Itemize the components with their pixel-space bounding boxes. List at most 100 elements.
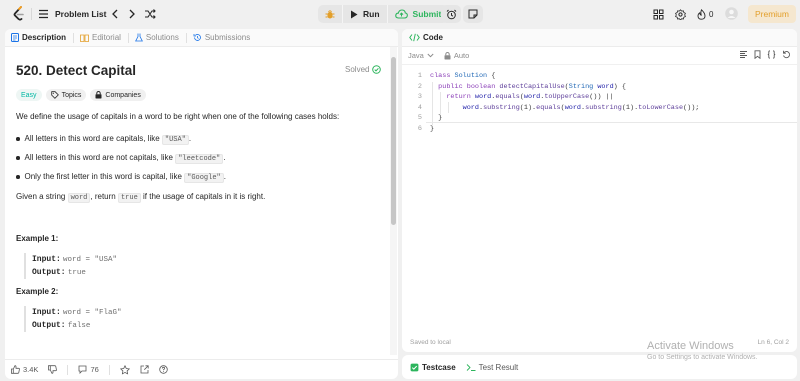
difficulty-badge: Easy xyxy=(16,89,42,101)
input-label: Input: xyxy=(32,255,61,264)
run-submit-group: Run Submit xyxy=(318,5,449,23)
shuffle-icon[interactable] xyxy=(143,7,157,21)
chevron-down-icon xyxy=(427,53,434,58)
list-item: Only the first letter in this word is ca… xyxy=(16,172,226,183)
share-button[interactable] xyxy=(140,365,149,374)
history-icon xyxy=(193,33,202,42)
tab-submissions[interactable]: Submissions xyxy=(193,33,257,43)
language-select[interactable]: Java xyxy=(408,51,434,60)
task-text: , return xyxy=(90,192,118,201)
current-line-highlight xyxy=(426,122,797,123)
bullet-dot xyxy=(16,175,20,179)
tab-testcase[interactable]: Testcase xyxy=(410,363,456,372)
lock-icon xyxy=(444,51,451,60)
reset-icon[interactable] xyxy=(782,50,791,59)
code-line: } xyxy=(430,124,435,133)
settings-gear-icon[interactable] xyxy=(673,7,687,21)
submit-label: Submit xyxy=(412,9,442,19)
inline-code: "USA" xyxy=(161,135,189,145)
code-editor[interactable]: 1 2 3 4 5 6 class Solution { public bool… xyxy=(402,69,797,169)
comments-count: 76 xyxy=(90,365,99,374)
notes-button[interactable] xyxy=(463,5,483,23)
bullet-text: All letters in this word are capitals, l… xyxy=(24,134,162,143)
topics-chip[interactable]: Topics xyxy=(45,89,87,101)
avatar[interactable] xyxy=(725,7,739,21)
note-icon xyxy=(468,9,478,19)
bullet-end: . xyxy=(223,153,226,162)
bullet-text: All letters in this word are not capital… xyxy=(24,153,176,162)
share-icon xyxy=(140,365,149,374)
list-icon xyxy=(38,9,49,19)
description-tabs: Description Editorial Solutions Submissi… xyxy=(5,29,398,47)
favorite-button[interactable] xyxy=(119,364,130,375)
submit-button[interactable]: Submit xyxy=(386,5,449,23)
help-button[interactable] xyxy=(159,365,168,374)
comments-button[interactable]: 76 xyxy=(78,365,99,374)
curly-braces-icon[interactable] xyxy=(767,50,776,59)
tab-editorial[interactable]: Editorial xyxy=(80,32,129,43)
leetcode-logo-icon[interactable] xyxy=(12,6,26,22)
line-number: 4 xyxy=(417,103,422,112)
example-block: Input: word = "USA" Output: true xyxy=(24,253,117,279)
input-value: word = "FlaG" xyxy=(63,309,122,317)
thumbs-up-icon xyxy=(11,365,20,374)
check-circle-icon xyxy=(372,65,382,74)
tab-solutions[interactable]: Solutions xyxy=(134,32,187,43)
tab-solutions-label: Solutions xyxy=(145,33,179,42)
bookmark-icon[interactable] xyxy=(754,50,761,59)
chevron-left-icon[interactable] xyxy=(108,7,122,21)
streak-counter[interactable]: 0 xyxy=(697,6,713,22)
auto-mode-toggle[interactable]: Auto xyxy=(444,51,469,60)
task-text: Given a string xyxy=(16,192,68,201)
layout-grid-icon[interactable] xyxy=(651,7,665,21)
problem-task: Given a string word, return true if the … xyxy=(16,192,265,203)
companies-label: Companies xyxy=(105,91,141,99)
format-align-icon[interactable] xyxy=(739,50,748,59)
companies-chip[interactable]: Companies xyxy=(90,89,146,101)
premium-button[interactable]: Premium xyxy=(748,5,796,23)
code-line: class Solution { xyxy=(430,72,496,80)
tab-description-label: Description xyxy=(22,33,67,42)
bullet-end: . xyxy=(223,172,226,181)
scrollbar-thumb[interactable] xyxy=(391,57,396,225)
code-line: return word.equals(word.toUpperCase()) |… xyxy=(446,93,614,101)
inline-code: word xyxy=(67,193,91,203)
problem-list-nav[interactable]: Problem List xyxy=(38,7,106,21)
solved-label: Solved xyxy=(345,65,370,74)
tab-submissions-label: Submissions xyxy=(204,33,251,42)
streak-count: 0 xyxy=(709,9,714,19)
line-number: 5 xyxy=(417,114,422,122)
bullet-dot xyxy=(16,156,20,160)
line-number: 1 xyxy=(417,72,422,80)
bullet-dot xyxy=(16,137,20,141)
code-title: Code xyxy=(423,33,443,42)
divider xyxy=(108,364,110,375)
run-label: Run xyxy=(363,9,380,19)
input-value: word = "USA" xyxy=(63,256,118,264)
tab-description[interactable]: Description xyxy=(11,32,75,43)
problem-list-label[interactable]: Problem List xyxy=(55,9,106,19)
editor-actions xyxy=(739,50,791,59)
timer-button[interactable] xyxy=(441,5,461,23)
chevron-right-icon[interactable] xyxy=(125,7,139,21)
inline-code: "leetcode" xyxy=(175,154,224,164)
code-panel: Code Java Auto 1 2 3 4 5 6 class Solutio… xyxy=(402,29,797,352)
code-header: Code xyxy=(402,29,797,47)
code-toolbar: Java Auto xyxy=(402,47,797,65)
run-button[interactable]: Run xyxy=(342,5,387,23)
line-number: 3 xyxy=(417,93,422,101)
line-number: 2 xyxy=(417,82,422,91)
saved-status: Saved to local xyxy=(410,339,451,346)
output-label: Output: xyxy=(32,268,66,277)
debug-button[interactable] xyxy=(318,5,342,23)
like-button[interactable]: 3.4K xyxy=(11,365,38,374)
example-heading: Example 2: xyxy=(16,287,59,296)
bullet-end: . xyxy=(188,134,192,143)
tab-test-result[interactable]: Test Result xyxy=(466,363,518,372)
divider xyxy=(67,364,69,375)
list-item: All letters in this word are not capital… xyxy=(16,153,226,164)
book-icon xyxy=(80,34,89,42)
dislike-button[interactable] xyxy=(48,365,58,374)
tag-icon xyxy=(50,91,59,99)
lock-icon xyxy=(95,91,102,99)
